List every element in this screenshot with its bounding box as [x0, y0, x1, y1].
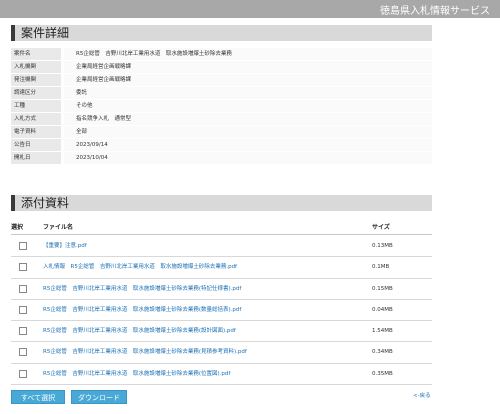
select-all-button[interactable]: すべて選択: [11, 390, 65, 404]
detail-value: 委託: [64, 87, 432, 99]
detail-value: 指名競争入札 通常型: [64, 113, 432, 125]
file-checkbox[interactable]: [19, 327, 27, 336]
detail-label: 入札方式: [11, 113, 61, 125]
detail-row: 公告日 2023/09/14: [11, 139, 432, 152]
detail-label: 開札日: [11, 152, 61, 164]
header-bar: 徳島県入札情報サービス: [0, 0, 500, 18]
details-section-header: 案件詳細: [11, 25, 432, 41]
detail-row: 電子資料 全部: [11, 126, 432, 139]
detail-label: 案件名: [11, 48, 61, 60]
file-size: 0.04MB: [372, 306, 393, 313]
details-table: 案件名 R5企総管 吉野川北岸工業用水道 取水施設増爆土砂除去業務 入札機関 企…: [11, 48, 432, 165]
file-link[interactable]: 入札情報 R5企総管 吉野川北岸工業用水道 取水施設増爆土砂除去業務.pdf: [43, 257, 237, 277]
detail-value: 2023/09/14: [64, 139, 432, 151]
file-row: R5企総管 吉野川北岸工業用水道 取水施設増爆土砂除去業務(設計図面).pdf …: [11, 321, 432, 343]
file-link[interactable]: R5企総管 吉野川北岸工業用水道 取水施設増爆土砂除去業務(位置図).pdf: [43, 364, 230, 384]
detail-value: 企業局経営企画戦略課: [64, 61, 432, 73]
attachments-list: 【重要】注意.pdf 0.13MB 入札情報 R5企総管 吉野川北岸工業用水道 …: [11, 236, 432, 386]
file-row: R5企総管 吉野川北岸工業用水道 取水施設増爆土砂除去業務(数量総括表).pdf…: [11, 300, 432, 322]
column-filename: ファイル名: [43, 224, 74, 231]
detail-value: 2023/10/04: [64, 152, 432, 164]
details-section-title: 案件詳細: [21, 26, 70, 40]
detail-row: 発注機関 企業局経営企画戦略課: [11, 74, 432, 87]
site-title: 徳島県入札情報サービス: [380, 6, 490, 17]
detail-row: 入札機関 企業局経営企画戦略課: [11, 61, 432, 74]
file-checkbox[interactable]: [19, 348, 27, 357]
download-button[interactable]: ダウンロード: [71, 390, 127, 404]
file-size: 0.15MB: [372, 285, 393, 292]
detail-label: 電子資料: [11, 126, 61, 138]
detail-label: 発注機関: [11, 74, 61, 86]
detail-row: 開札日 2023/10/04: [11, 152, 432, 165]
file-checkbox[interactable]: [19, 369, 27, 378]
file-checkbox[interactable]: [19, 284, 27, 293]
file-checkbox[interactable]: [19, 242, 27, 250]
detail-label: 工種: [11, 100, 61, 112]
file-size: 0.13MB: [372, 243, 393, 249]
file-size: 0.1MB: [372, 264, 390, 271]
file-row: R5企総管 吉野川北岸工業用水道 取水施設増爆土砂除去業務(見積参考資料).pd…: [11, 342, 432, 364]
file-link[interactable]: R5企総管 吉野川北岸工業用水道 取水施設増爆土砂除去業務(数量総括表).pdf: [43, 300, 241, 320]
detail-value: R5企総管 吉野川北岸工業用水道 取水施設増爆土砂除去業務: [64, 48, 432, 60]
attachments-section-header: 添付資料: [11, 195, 432, 211]
column-size: サイズ: [372, 224, 390, 231]
detail-row: 入札方式 指名競争入札 通常型: [11, 113, 432, 126]
detail-value: 全部: [64, 126, 432, 138]
column-select: 選択: [11, 224, 24, 231]
file-link[interactable]: 【重要】注意.pdf: [43, 236, 87, 256]
file-row: 【重要】注意.pdf 0.13MB: [11, 236, 432, 258]
file-checkbox[interactable]: [19, 305, 27, 314]
file-size: 0.34MB: [372, 349, 393, 356]
detail-label: 公告日: [11, 139, 61, 151]
detail-row: 案件名 R5企総管 吉野川北岸工業用水道 取水施設増爆土砂除去業務: [11, 48, 432, 61]
file-row: R5企総管 吉野川北岸工業用水道 取水施設増爆土砂除去業務(特記仕様書).pdf…: [11, 279, 432, 300]
file-link[interactable]: R5企総管 吉野川北岸工業用水道 取水施設増爆土砂除去業務(設計図面).pdf: [43, 321, 236, 341]
detail-label: 調達区分: [11, 87, 61, 99]
detail-label: 入札機関: [11, 61, 61, 73]
detail-value: その他: [64, 100, 432, 112]
attachments-section-title: 添付資料: [21, 196, 70, 210]
file-checkbox[interactable]: [19, 263, 27, 272]
detail-row: 調達区分 委託: [11, 87, 432, 100]
attachments-table-header: 選択 ファイル名 サイズ: [11, 222, 432, 235]
file-link[interactable]: R5企総管 吉野川北岸工業用水道 取水施設増爆土砂除去業務(特記仕様書).pdf: [43, 279, 241, 299]
file-row: R5企総管 吉野川北岸工業用水道 取水施設増爆土砂除去業務(位置図).pdf 0…: [11, 364, 432, 386]
file-size: 1.54MB: [372, 328, 393, 335]
file-row: 入札情報 R5企総管 吉野川北岸工業用水道 取水施設増爆土砂除去業務.pdf 0…: [11, 257, 432, 279]
file-size: 0.35MB: [372, 370, 393, 377]
back-link[interactable]: <-戻る: [413, 391, 431, 399]
detail-row: 工種 その他: [11, 100, 432, 113]
detail-value: 企業局経営企画戦略課: [64, 74, 432, 86]
file-link[interactable]: R5企総管 吉野川北岸工業用水道 取水施設増爆土砂除去業務(見積参考資料).pd…: [43, 342, 247, 362]
